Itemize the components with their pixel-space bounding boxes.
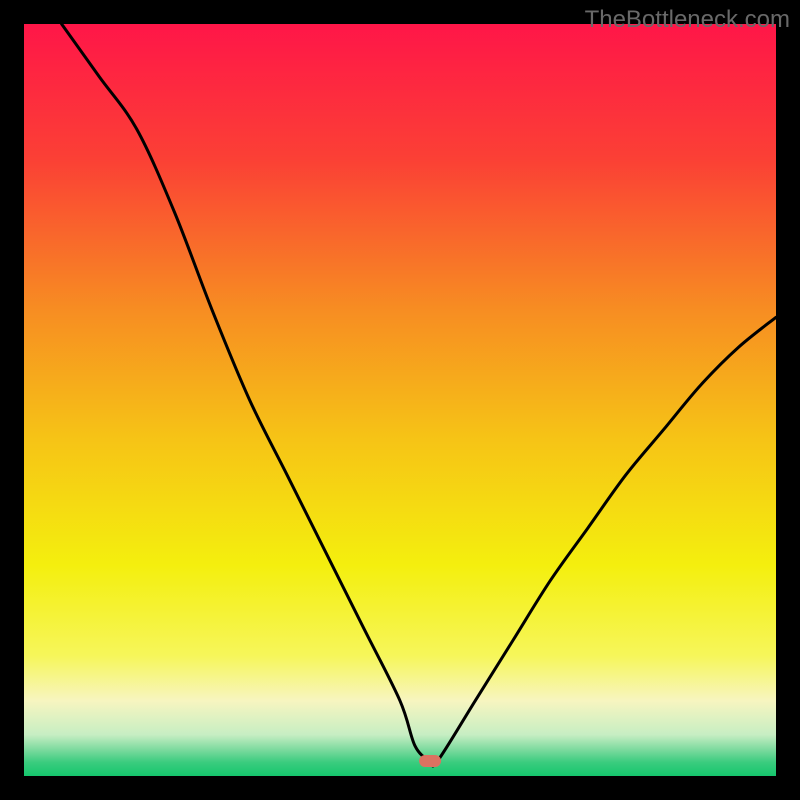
minimum-marker: [419, 755, 441, 767]
chart-svg: [0, 0, 800, 800]
watermark-text: TheBottleneck.com: [585, 6, 790, 34]
bottleneck-chart: TheBottleneck.com: [0, 0, 800, 800]
